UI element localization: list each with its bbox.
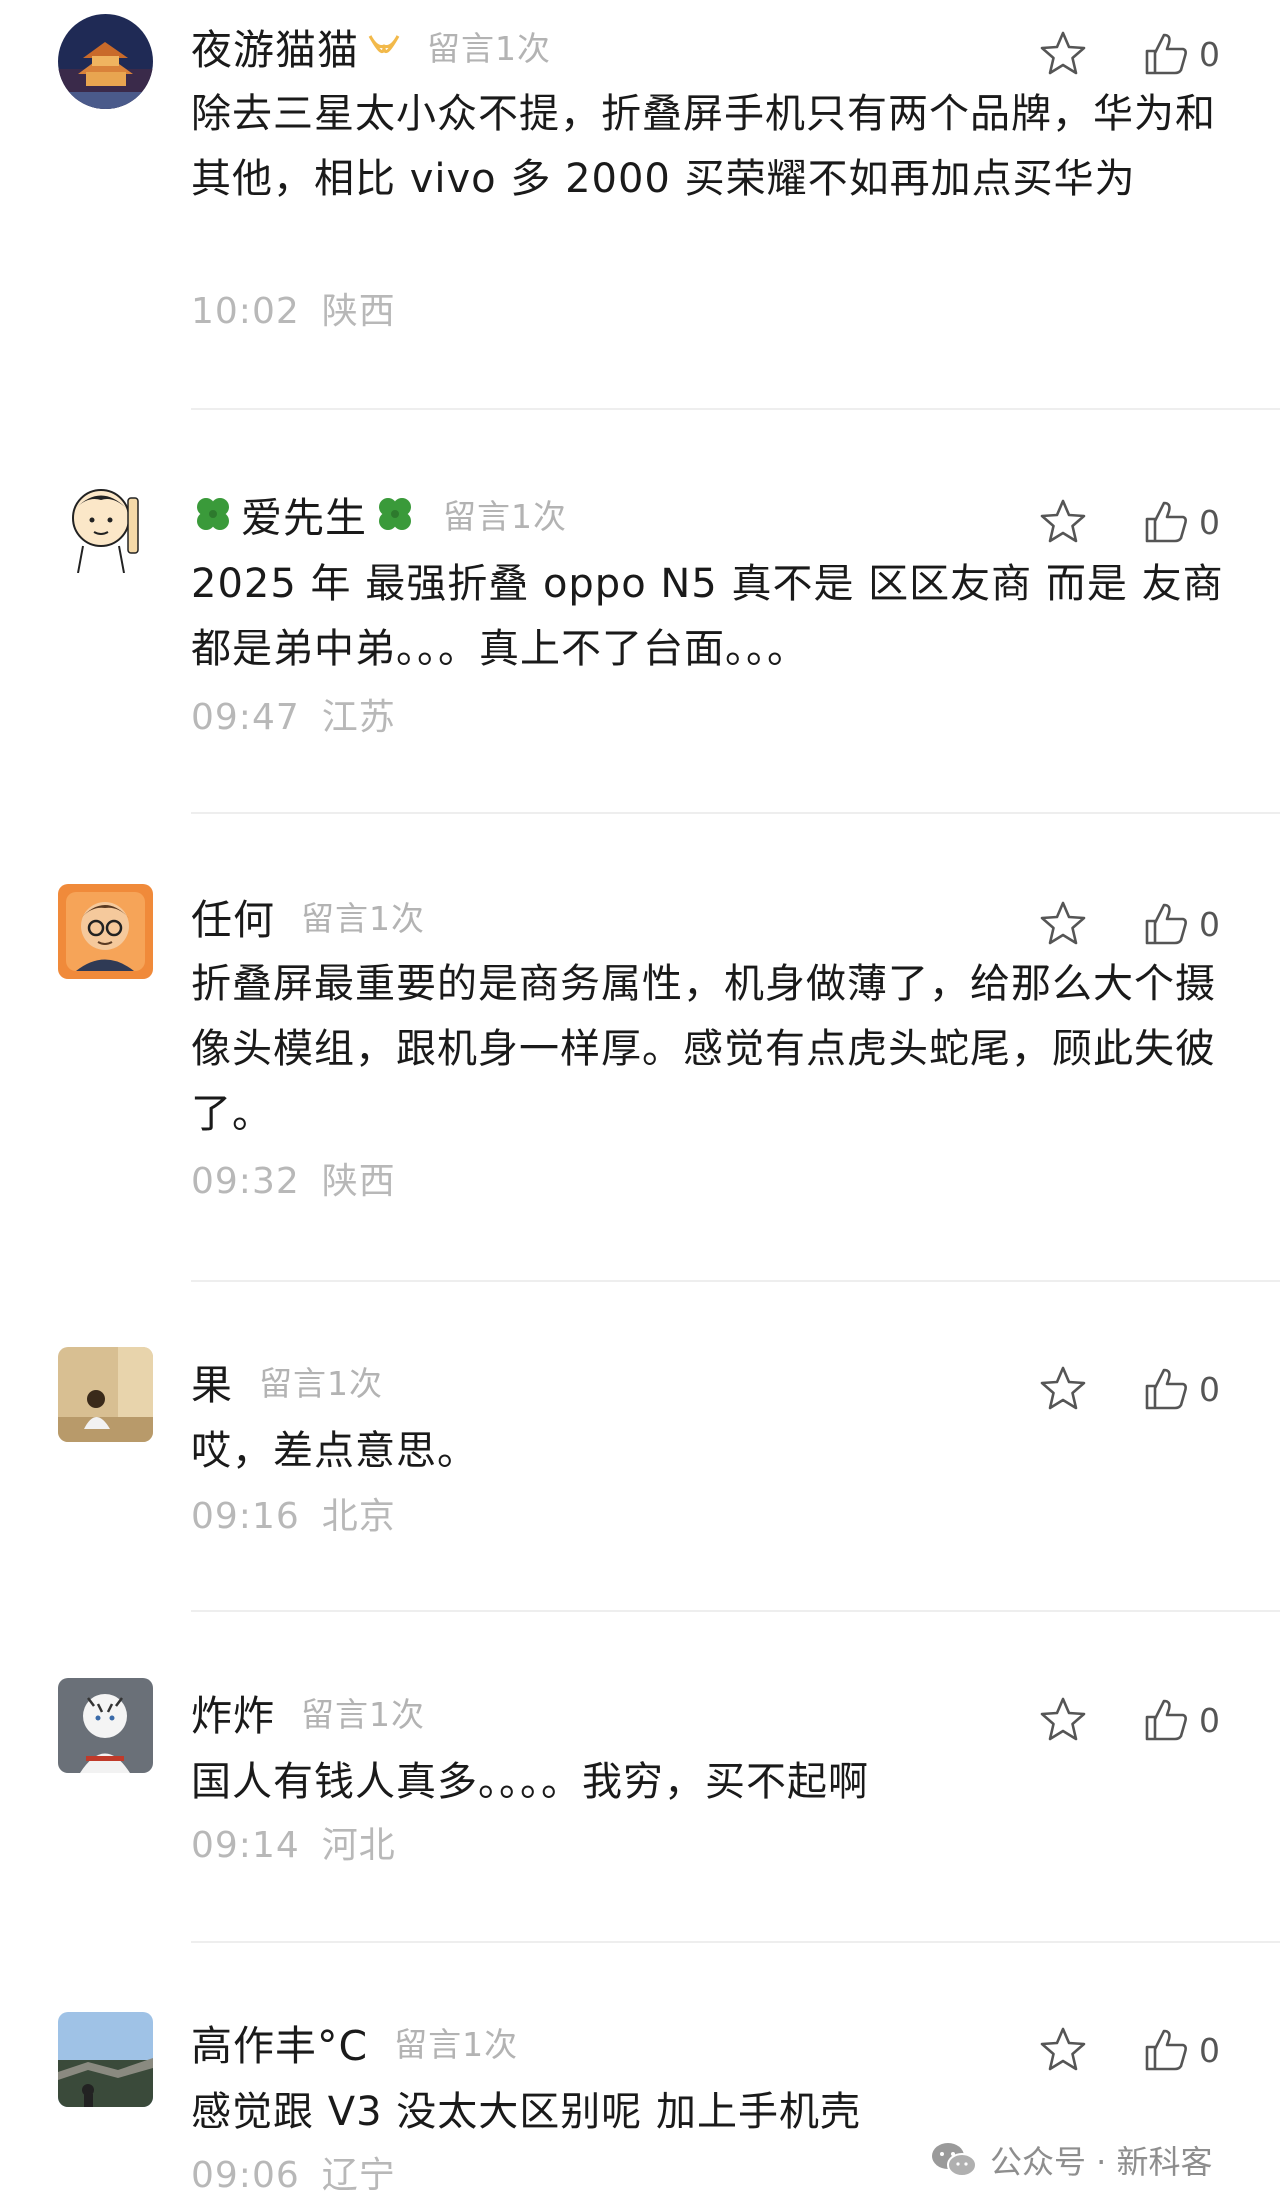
like-count: 0 (1199, 502, 1220, 542)
thumbs-up-icon (1145, 1699, 1187, 1741)
nickname[interactable]: 夜游猫猫 (191, 16, 359, 76)
nickname[interactable]: 炸炸 (191, 1682, 275, 1742)
clover-icon (197, 498, 229, 530)
comment-header: 爱先生 留言1次 (191, 484, 567, 544)
comment-time: 09:32 (191, 1161, 300, 1202)
comment-header: 果 留言1次 (191, 1351, 383, 1411)
comment-actions: 0 (1037, 2024, 1220, 2076)
comment-time: 10:02 (191, 291, 300, 332)
comment-location: 北京 (321, 1496, 396, 1537)
watermark: 公众号 · 新科客 (930, 2136, 1213, 2184)
comment-actions: 0 (1037, 28, 1220, 80)
comment-count-badge: 留言1次 (259, 1364, 383, 1403)
cartoon-man-avatar-icon[interactable] (58, 478, 153, 573)
thumbs-up-icon (1145, 2029, 1187, 2071)
comment-count-badge: 留言1次 (301, 899, 425, 938)
comment-header: 炸炸 留言1次 (191, 1682, 425, 1742)
comment-location: 辽宁 (321, 2155, 396, 2196)
like-count: 0 (1199, 2030, 1220, 2070)
nickname[interactable]: 果 (191, 1351, 233, 1411)
comment-actions: 0 (1037, 898, 1220, 950)
comment-header: 任何 留言1次 (191, 886, 425, 946)
nickname[interactable]: 爱先生 (241, 484, 367, 544)
comment-meta: 10:02 陕西 (191, 282, 396, 334)
like-count: 0 (1199, 34, 1220, 74)
comment-actions: 0 (1037, 1363, 1220, 1415)
comment-meta: 09:47 江苏 (191, 688, 396, 740)
like-button[interactable]: 0 (1141, 1695, 1220, 1745)
comment-time: 09:06 (191, 2155, 300, 2196)
like-count: 0 (1199, 1700, 1220, 1740)
star-icon[interactable] (1037, 28, 1089, 80)
comment-feed: 夜游猫猫 留言1次 0 除去三星太小众不提，折叠屏手机只有两个品牌，华为和其他，… (0, 0, 1280, 2210)
star-icon[interactable] (1037, 496, 1089, 548)
comment-count-badge: 留言1次 (394, 2025, 519, 2064)
divider (191, 812, 1280, 814)
divider (191, 1610, 1280, 1612)
comment-location: 陕西 (321, 291, 396, 332)
nickname[interactable]: 高作丰°C (191, 2012, 368, 2072)
comment-meta: 09:06 辽宁 (191, 2146, 396, 2198)
comment-text: 2025 年 最强折叠 oppo N5 真不是 区区友商 而是 友商都是弟中弟。… (191, 561, 1224, 672)
thumbs-up-icon (1145, 33, 1187, 75)
white-tiger-avatar-icon[interactable] (58, 1678, 153, 1773)
thumbs-up-icon (1145, 903, 1187, 945)
city-gate-avatar-icon[interactable] (58, 14, 153, 109)
star-icon[interactable] (1037, 898, 1089, 950)
like-button[interactable]: 0 (1141, 1364, 1220, 1414)
watermark-text: 公众号 · 新科客 (990, 2143, 1213, 2181)
divider (191, 1280, 1280, 1282)
person-in-room-avatar-icon[interactable] (58, 1347, 153, 1442)
divider (191, 408, 1280, 410)
wechat-icon (932, 2143, 977, 2177)
comment-count-badge: 留言1次 (301, 1695, 425, 1734)
thumbs-up-icon (1145, 501, 1187, 543)
comment-meta: 09:32 陕西 (191, 1152, 396, 1204)
comment-header: 高作丰°C 留言1次 (191, 2012, 518, 2072)
comment-actions: 0 (1037, 1694, 1220, 1746)
comment-location: 陕西 (321, 1161, 396, 1202)
comment-text: 国人有钱人真多。。。。我穷，买不起啊 (191, 1759, 869, 1805)
star-icon[interactable] (1037, 1363, 1089, 1415)
great-wall-avatar-icon[interactable] (58, 2012, 153, 2107)
divider (191, 1941, 1280, 1943)
comment-text: 除去三星太小众不提，折叠屏手机只有两个品牌，华为和其他，相比 vivo 多 20… (191, 91, 1216, 202)
comment-location: 江苏 (321, 697, 396, 738)
like-count: 0 (1199, 1369, 1220, 1409)
comment-count-badge: 留言1次 (443, 497, 567, 536)
like-button[interactable]: 0 (1141, 2025, 1220, 2075)
like-count: 0 (1199, 904, 1220, 944)
star-icon[interactable] (1037, 2024, 1089, 2076)
comment-meta: 09:14 河北 (191, 1816, 396, 1868)
comment-meta: 09:16 北京 (191, 1487, 396, 1539)
comment-location: 河北 (321, 1825, 396, 1866)
comment-text: 哎，差点意思。 (191, 1428, 478, 1474)
like-button[interactable]: 0 (1141, 899, 1220, 949)
nickname[interactable]: 任何 (191, 886, 275, 946)
comment-text: 折叠屏最重要的是商务属性，机身做薄了，给那么大个摄像头模组，跟机身一样厚。感觉有… (191, 961, 1216, 1137)
comment-actions: 0 (1037, 496, 1220, 548)
star-icon[interactable] (1037, 1694, 1089, 1746)
comment-time: 09:16 (191, 1496, 300, 1537)
clover-icon (379, 498, 411, 530)
like-button[interactable]: 0 (1141, 29, 1220, 79)
comment-count-badge: 留言1次 (427, 29, 551, 68)
comment-time: 09:47 (191, 697, 300, 738)
comment-time: 09:14 (191, 1825, 300, 1866)
glasses-man-avatar-icon[interactable] (58, 884, 153, 979)
comment-header: 夜游猫猫 留言1次 (191, 16, 551, 76)
like-button[interactable]: 0 (1141, 497, 1220, 547)
thumbs-up-icon (1145, 1368, 1187, 1410)
gold-ribbon-icon (368, 35, 400, 54)
